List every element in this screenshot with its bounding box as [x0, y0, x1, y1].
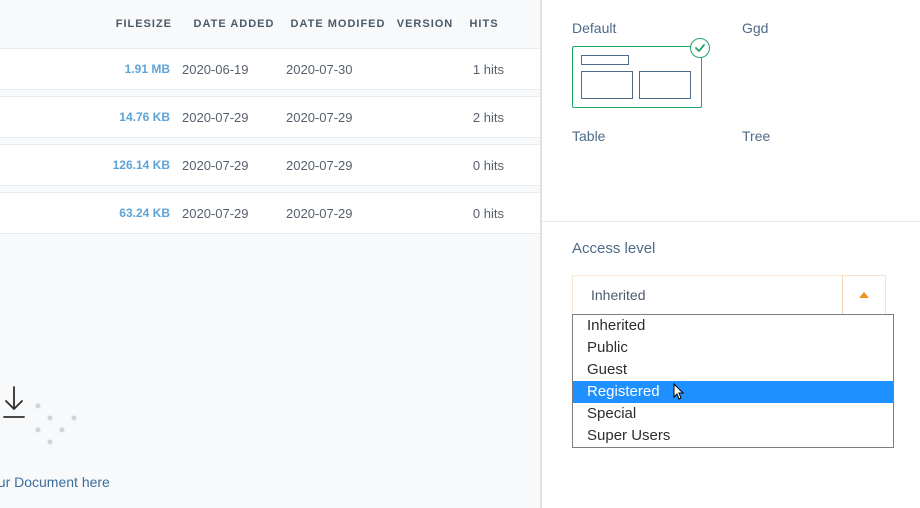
cursor-icon [673, 383, 687, 401]
table-row[interactable]: 1.91 MB2020-06-192020-07-30 1 hits [0, 48, 540, 90]
cell-hits: 2 hits [460, 110, 520, 125]
cell-hits: 0 hits [460, 158, 520, 173]
check-icon [690, 38, 710, 58]
cell-hits: 1 hits [460, 62, 520, 77]
cell-date-modified: 2020-07-29 [286, 158, 390, 173]
theme-card-table[interactable] [572, 154, 702, 199]
cell-date-added: 2020-07-29 [182, 158, 286, 173]
table-header-row: FILESIZE DATE ADDED DATE MODIFED VERSION… [0, 0, 540, 48]
cell-date-added: 2020-07-29 [182, 110, 286, 125]
theme-label-default: Default [572, 20, 702, 36]
col-date-added[interactable]: DATE ADDED [182, 18, 286, 30]
cell-date-added: 2020-07-29 [182, 206, 286, 221]
table-row[interactable]: 126.14 KB2020-07-292020-07-290 hits [0, 144, 540, 186]
cell-hits: 0 hits [460, 206, 520, 221]
cell-date-modified: 2020-07-30 [286, 62, 390, 77]
select-option[interactable]: Inherited [573, 315, 893, 337]
theme-label-tree: Tree [742, 128, 872, 144]
cell-date-added: 2020-06-19 [182, 62, 286, 77]
cell-date-modified: 2020-07-29 [286, 206, 390, 221]
theme-label-ggd: Ggd [742, 20, 872, 36]
section-divider [542, 221, 920, 222]
upload-hint-text: our Document here [0, 474, 110, 490]
select-option[interactable]: Guest [573, 359, 893, 381]
col-hits[interactable]: HITS [460, 18, 520, 30]
theme-card-ggd[interactable] [742, 46, 872, 100]
table-row[interactable]: 14.76 KB2020-07-292020-07-292 hits [0, 96, 540, 138]
cell-filesize[interactable]: 126.14 KB [0, 158, 182, 172]
select-option[interactable]: Super Users [573, 425, 893, 447]
cell-filesize[interactable]: 1.91 MB [0, 62, 182, 76]
cell-filesize[interactable]: 63.24 KB [0, 206, 182, 220]
table-row[interactable]: 63.24 KB2020-07-292020-07-290 hits [0, 192, 540, 234]
upload-drop-area[interactable]: our Document here [0, 338, 540, 508]
access-level-select[interactable]: Inherited InheritedPublicGuestRegistered… [572, 275, 882, 315]
select-option[interactable]: Special [573, 403, 893, 425]
select-option[interactable]: Registered [573, 381, 893, 403]
col-filesize[interactable]: FILESIZE [0, 18, 182, 30]
select-dropdown-list[interactable]: InheritedPublicGuestRegisteredSpecialSup… [572, 314, 894, 448]
theme-card-tree[interactable] [742, 154, 872, 194]
select-caret-button[interactable] [842, 275, 886, 315]
select-value[interactable]: Inherited [572, 275, 852, 315]
theme-card-default[interactable] [572, 46, 702, 108]
col-version[interactable]: VERSION [390, 18, 460, 30]
caret-up-icon [859, 292, 869, 298]
access-level-title: Access level [572, 240, 920, 257]
file-table-panel: FILESIZE DATE ADDED DATE MODIFED VERSION… [0, 0, 540, 508]
theme-chooser: Default Ggd [572, 20, 920, 108]
decorative-dots [28, 366, 108, 446]
col-date-modified[interactable]: DATE MODIFED [286, 18, 390, 30]
cell-filesize[interactable]: 14.76 KB [0, 110, 182, 124]
select-option[interactable]: Public [573, 337, 893, 359]
cell-date-modified: 2020-07-29 [286, 110, 390, 125]
theme-label-table: Table [572, 128, 702, 144]
settings-panel: Default Ggd Table [542, 0, 920, 508]
